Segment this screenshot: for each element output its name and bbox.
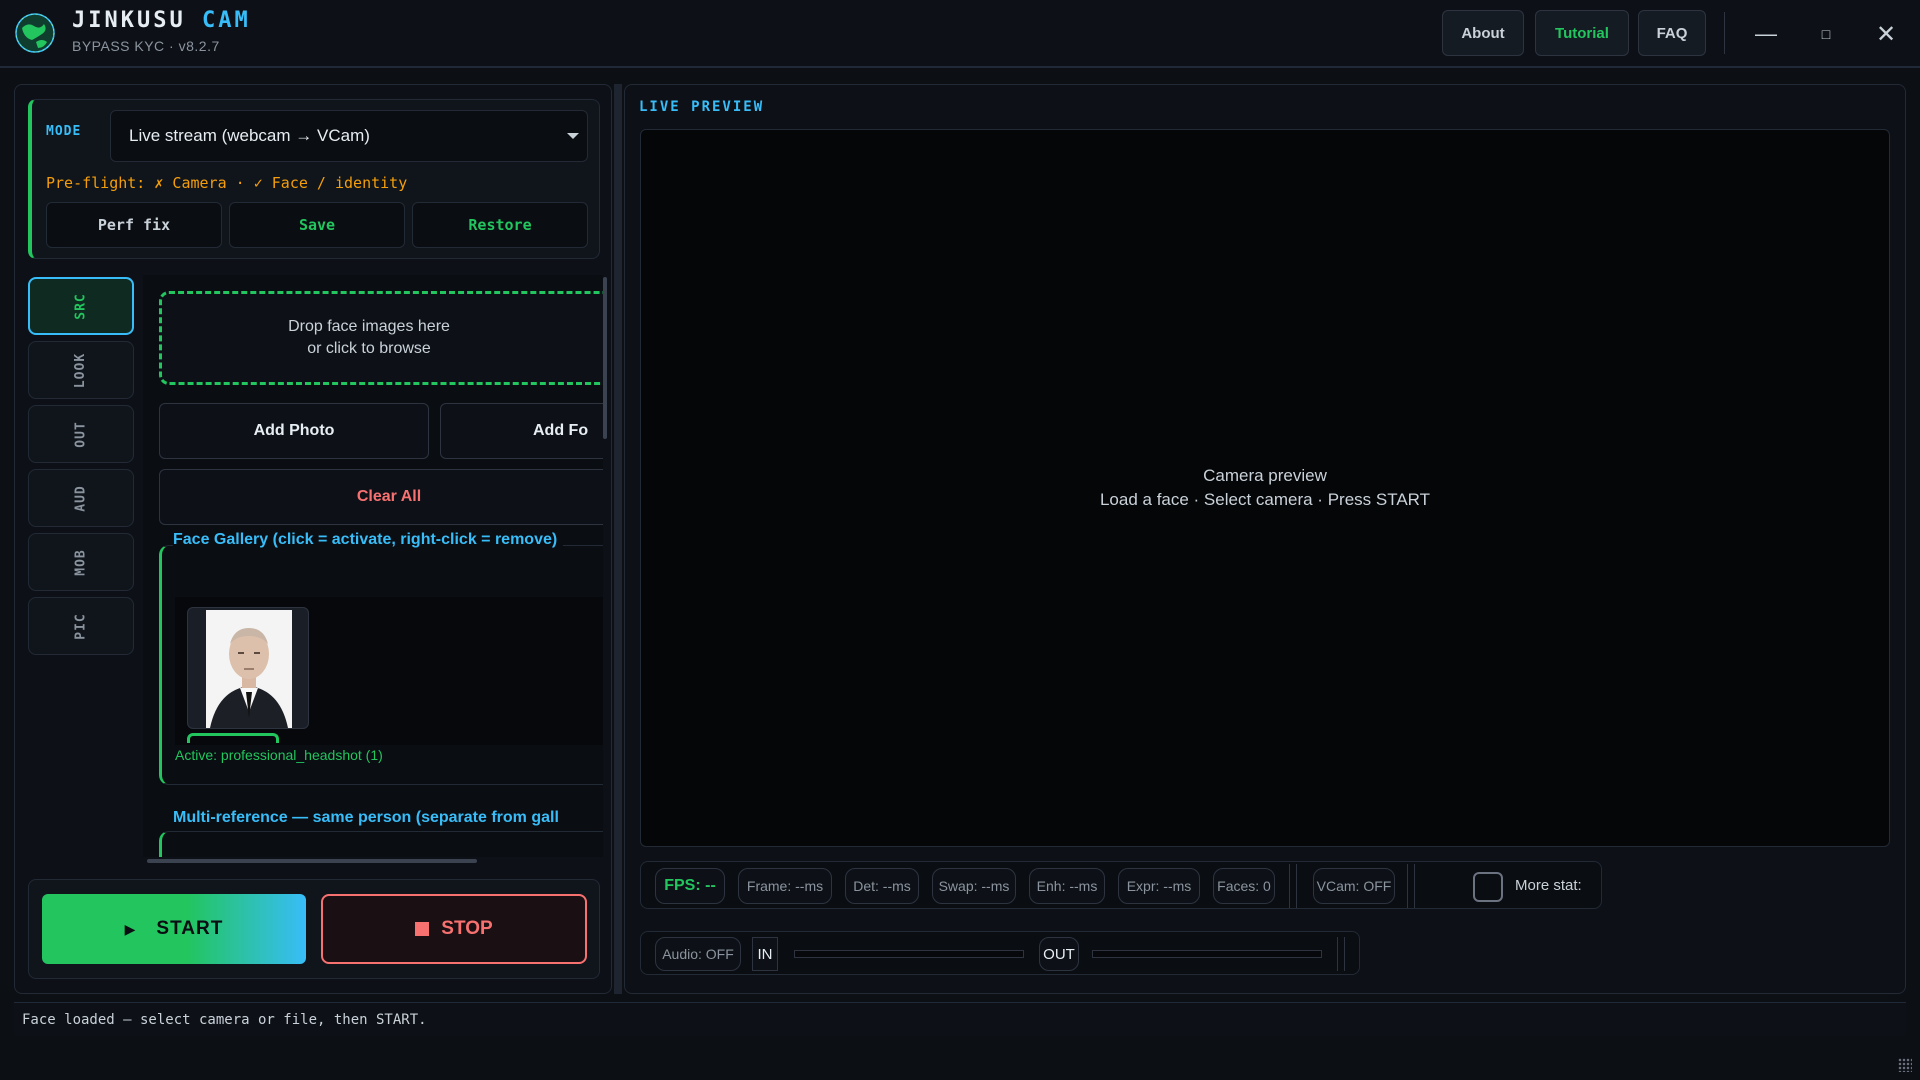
tab-aud-label: AUD [73, 484, 89, 512]
status-message: Face loaded — select camera or file, the… [22, 1011, 427, 1028]
source-scroll-area[interactable]: Drop face images here or click to browse… [143, 275, 603, 857]
multi-reference-card [159, 831, 603, 857]
perf-fix-button[interactable]: Perf fix [46, 202, 222, 248]
audio-status: Audio: OFF [655, 937, 741, 971]
app-title-main: JINKUSU [72, 8, 186, 33]
tab-mob-label: MOB [73, 548, 89, 576]
start-stop-card: ▶ START STOP [28, 879, 600, 979]
tab-aud[interactable]: AUD [28, 469, 134, 527]
dropzone-line1: Drop face images here [288, 318, 450, 335]
tab-look-label: LOOK [73, 352, 89, 388]
stop-label: STOP [441, 918, 493, 939]
tab-src-label: SRC [73, 292, 89, 320]
audio-out-label: OUT [1039, 937, 1079, 971]
active-face-label: Active: professional_headshot (1) [175, 747, 383, 763]
minimize-button[interactable]: — [1746, 18, 1786, 50]
status-bar: Face loaded — select camera or file, the… [14, 1002, 1906, 1036]
camera-preview: Camera preview Load a face · Select came… [640, 129, 1890, 847]
restore-button[interactable]: Restore [412, 202, 588, 248]
resize-grip-icon[interactable] [1898, 1058, 1912, 1072]
stats-separator [1289, 864, 1297, 908]
audio-separator [1337, 937, 1345, 971]
live-preview-label: LIVE PREVIEW [639, 99, 765, 115]
tab-mob[interactable]: MOB [28, 533, 134, 591]
swap-stat: Swap: --ms [932, 868, 1016, 904]
mode-select[interactable]: Live stream (webcam → VCam) [110, 110, 588, 162]
horizontal-scrollbar-thumb[interactable] [147, 859, 477, 863]
stats-separator [1407, 864, 1415, 908]
face-gallery-title: Face Gallery (click = activate, right-cl… [173, 531, 564, 549]
start-label: START [156, 918, 224, 939]
save-button[interactable]: Save [229, 202, 405, 248]
dropzone-line2: or click to browse [307, 340, 431, 357]
stats-bar: FPS: -- Frame: --ms Det: --ms Swap: --ms… [640, 861, 1602, 909]
fps-stat: FPS: -- [655, 868, 725, 904]
app-title-accent: CAM [201, 8, 251, 33]
expression-stat: Expr: --ms [1118, 868, 1200, 904]
panel-splitter[interactable] [614, 84, 622, 994]
tab-look[interactable]: LOOK [28, 341, 134, 399]
faq-button[interactable]: FAQ [1638, 10, 1706, 56]
audio-out-meter [1092, 950, 1322, 958]
tutorial-button[interactable]: Tutorial [1535, 10, 1629, 56]
more-stats-label[interactable]: More stat: [1515, 877, 1582, 894]
active-face-indicator [187, 733, 279, 743]
control-panel: MODE Live stream (webcam → VCam) Pre-fli… [14, 84, 612, 994]
stop-button[interactable]: STOP [321, 894, 587, 964]
enhance-stat: Enh: --ms [1029, 868, 1105, 904]
stop-square-icon [415, 922, 430, 936]
add-folder-button[interactable]: Add Fo [440, 403, 603, 459]
app-title: JINKUSU CAM [72, 8, 251, 33]
audio-in-meter [794, 950, 1024, 958]
tab-pic-label: PIC [73, 612, 89, 640]
mode-label: MODE [46, 124, 82, 139]
title-bar: JINKUSU CAM BYPASS KYC · v8.2.7 About Tu… [0, 0, 1920, 68]
multi-reference-title: Multi-reference — same person (separate … [173, 809, 559, 826]
faces-stat: Faces: 0 [1213, 868, 1275, 904]
app-subtitle: BYPASS KYC · v8.2.7 [72, 38, 220, 54]
vertical-scrollbar-thumb[interactable] [603, 277, 607, 439]
portrait-image [206, 610, 292, 728]
clear-all-button[interactable]: Clear All [159, 469, 603, 525]
audio-in-label: IN [752, 937, 778, 971]
detect-stat: Det: --ms [845, 868, 919, 904]
maximize-button[interactable]: □ [1806, 18, 1846, 50]
preview-placeholder-hint: Load a face · Select camera · Press STAR… [1099, 490, 1431, 509]
tab-src[interactable]: SRC [28, 277, 134, 335]
mode-card: MODE Live stream (webcam → VCam) Pre-fli… [28, 99, 600, 259]
globe-logo-icon [15, 13, 55, 53]
tab-pic[interactable]: PIC [28, 597, 134, 655]
close-button[interactable]: ✕ [1866, 18, 1906, 50]
face-thumbnail[interactable] [187, 607, 309, 729]
face-dropzone[interactable]: Drop face images here or click to browse [159, 291, 603, 385]
preview-panel: LIVE PREVIEW Camera preview Load a face … [624, 84, 1906, 994]
tab-out-label: OUT [73, 420, 89, 448]
start-button[interactable]: ▶ START [42, 894, 306, 964]
frame-stat: Frame: --ms [738, 868, 832, 904]
header-divider [1724, 12, 1725, 54]
mode-select-value: Live stream (webcam → VCam) [129, 126, 370, 145]
chevron-down-icon [567, 133, 579, 139]
more-stats-checkbox[interactable] [1473, 872, 1503, 902]
play-icon: ▶ [124, 920, 137, 937]
about-button[interactable]: About [1442, 10, 1524, 56]
vcam-stat: VCam: OFF [1313, 868, 1395, 904]
preflight-status: Pre-flight: ✗ Camera · ✓ Face / identity [46, 174, 408, 192]
audio-bar: Audio: OFF IN OUT [640, 931, 1360, 975]
tab-out[interactable]: OUT [28, 405, 134, 463]
preview-placeholder-title: Camera preview [1203, 466, 1327, 485]
add-photo-button[interactable]: Add Photo [159, 403, 429, 459]
face-gallery-strip [175, 597, 603, 745]
